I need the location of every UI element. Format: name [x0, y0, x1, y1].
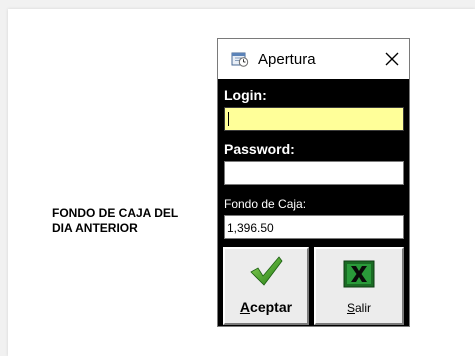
label-line-2: DIA ANTERIOR: [52, 221, 138, 235]
fondo-value: 1,396.50: [227, 221, 274, 235]
accept-label: Aceptar: [239, 299, 293, 315]
calendar-clock-icon: [231, 51, 249, 67]
apertura-dialog: Apertura Login: Password: Fondo de Caja:…: [217, 38, 410, 327]
login-input[interactable]: [224, 107, 404, 131]
accept-button[interactable]: Aceptar: [223, 247, 309, 325]
login-label: Login:: [224, 87, 267, 103]
password-input[interactable]: [224, 161, 404, 185]
exit-button[interactable]: Salir: [314, 247, 404, 325]
dialog-title: Apertura: [258, 50, 316, 68]
previous-cash-fund-label: FONDO DE CAJA DEL DIA ANTERIOR: [52, 206, 212, 236]
fondo-input[interactable]: 1,396.50: [224, 215, 404, 239]
close-icon[interactable]: [383, 50, 401, 68]
excel-x-icon: [343, 260, 375, 293]
text-caret: [228, 112, 229, 126]
dialog-titlebar[interactable]: Apertura: [218, 39, 409, 79]
label-line-1: FONDO DE CAJA DEL: [52, 206, 179, 220]
password-label: Password:: [224, 141, 295, 157]
exit-label: Salir: [346, 301, 372, 315]
checkmark-icon: [249, 256, 283, 291]
fondo-label: Fondo de Caja:: [224, 197, 307, 211]
